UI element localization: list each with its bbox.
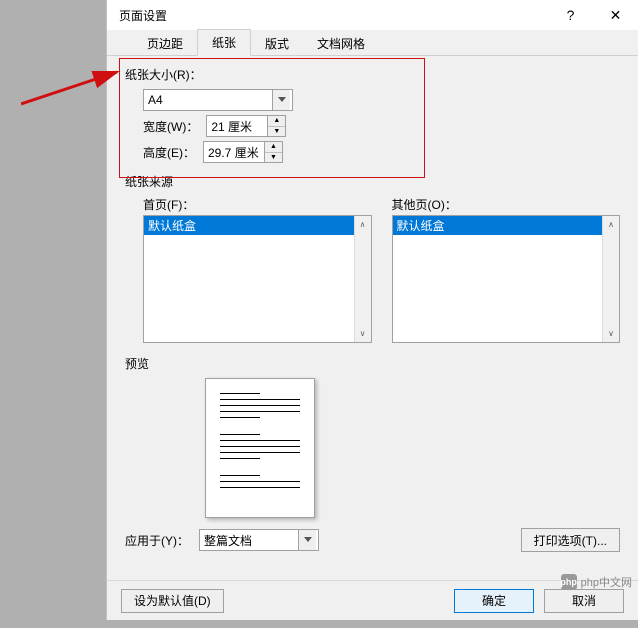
- scroll-up-icon[interactable]: ∧: [355, 216, 371, 233]
- scrollbar[interactable]: ∧ ∨: [602, 216, 619, 342]
- ok-button[interactable]: 确定: [454, 589, 534, 613]
- scroll-down-icon[interactable]: ∨: [603, 325, 619, 342]
- tab-layout[interactable]: 版式: [251, 31, 303, 56]
- first-page-listbox[interactable]: 默认纸盒 ∧ ∨: [143, 215, 372, 343]
- width-input[interactable]: [207, 116, 267, 136]
- app-background: [0, 0, 106, 628]
- paper-source-group-label: 纸张来源: [125, 173, 620, 190]
- height-input[interactable]: [204, 142, 264, 162]
- set-default-button[interactable]: 设为默认值(D): [121, 589, 224, 613]
- dialog-title: 页面设置: [119, 7, 548, 24]
- tab-margins[interactable]: 页边距: [133, 31, 197, 56]
- chevron-down-icon[interactable]: [272, 90, 290, 110]
- spinner-down-icon[interactable]: ▼: [265, 153, 282, 163]
- page-setup-dialog: 页面设置 ? ✕ 页边距 纸张 版式 文档网格 纸张大小(R)： 宽度(W)： …: [106, 0, 638, 620]
- paper-size-combo[interactable]: [143, 89, 293, 111]
- apply-to-combo[interactable]: [199, 529, 319, 551]
- chevron-down-icon[interactable]: [298, 530, 316, 550]
- scroll-down-icon[interactable]: ∨: [355, 325, 371, 342]
- print-options-button[interactable]: 打印选项(T)...: [521, 528, 620, 552]
- apply-to-input[interactable]: [200, 530, 298, 550]
- apply-to-label: 应用于(Y)：: [125, 532, 189, 549]
- paper-size-group-label: 纸张大小(R)：: [125, 66, 620, 83]
- height-spinner[interactable]: ▲ ▼: [203, 141, 283, 163]
- scrollbar[interactable]: ∧ ∨: [354, 216, 371, 342]
- preview-group-label: 预览: [125, 355, 620, 372]
- help-button[interactable]: ?: [548, 0, 593, 30]
- spinner-up-icon[interactable]: ▲: [265, 142, 282, 153]
- spinner-up-icon[interactable]: ▲: [268, 116, 285, 127]
- tab-paper[interactable]: 纸张: [197, 29, 251, 56]
- close-button[interactable]: ✕: [593, 0, 638, 30]
- spinner-down-icon[interactable]: ▼: [268, 127, 285, 137]
- other-page-listbox[interactable]: 默认纸盒 ∧ ∨: [392, 215, 621, 343]
- list-item[interactable]: 默认纸盒: [144, 216, 354, 235]
- list-item[interactable]: 默认纸盒: [393, 216, 603, 235]
- scroll-up-icon[interactable]: ∧: [603, 216, 619, 233]
- height-label: 高度(E)：: [143, 144, 195, 161]
- other-page-label: 其他页(O)：: [392, 196, 621, 213]
- dialog-content: 纸张大小(R)： 宽度(W)： ▲ ▼ 高度(E)：: [107, 56, 638, 580]
- dialog-titlebar: 页面设置 ? ✕: [107, 0, 638, 30]
- dialog-footer: 设为默认值(D) 确定 取消: [107, 580, 638, 620]
- paper-size-input[interactable]: [144, 90, 272, 110]
- first-page-label: 首页(F)：: [143, 196, 372, 213]
- cancel-button[interactable]: 取消: [544, 589, 624, 613]
- tab-grid[interactable]: 文档网格: [303, 31, 379, 56]
- page-preview: [205, 378, 315, 518]
- width-label: 宽度(W)：: [143, 118, 198, 135]
- tab-row: 页边距 纸张 版式 文档网格: [107, 30, 638, 56]
- width-spinner[interactable]: ▲ ▼: [206, 115, 286, 137]
